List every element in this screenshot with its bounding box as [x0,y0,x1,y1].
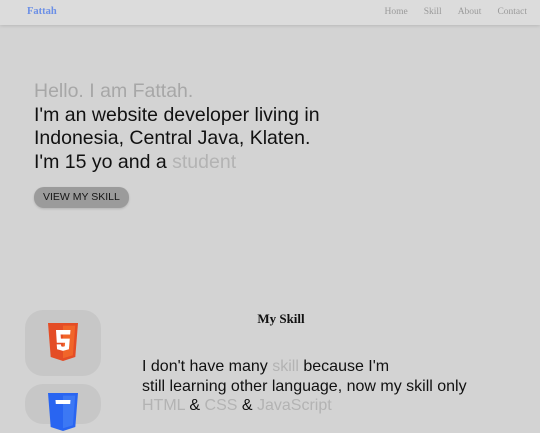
skill-desc-prefix: I don't have many [142,358,273,375]
skill-desc-suffix: because I'm [298,358,390,375]
skill-javascript: JavaScript [257,397,332,414]
css3-tile [25,384,101,431]
nav-link-about[interactable]: About [458,7,482,17]
hero-accent-student: student [172,150,237,173]
skill-desc-line-2: still learning other language, now my sk… [142,377,467,395]
hero-line-3-text: I'm 15 yo and a [34,150,173,173]
navbar: Fattah Home Skill About Contact [0,0,540,25]
hero-greeting: Hello. I am Fattah. [34,80,194,102]
hero-section: Hello. I am Fattah. I'm an website devel… [34,80,514,174]
nav-link-skill[interactable]: Skill [424,7,442,17]
skill-desc-line-1: I don't have many skill because I'm [142,357,532,377]
skill-desc-line-3: HTML & CSS & JavaScript [142,396,532,416]
skill-section-title: My Skill [257,311,305,326]
brand-logo[interactable]: Fattah [27,6,57,17]
skill-css: CSS [204,397,238,414]
nav-link-contact[interactable]: Contact [497,7,527,17]
nav-link-home[interactable]: Home [385,7,408,17]
hero-line-1: I'm an website developer living in [34,103,320,126]
skill-html: HTML [142,397,185,414]
skill-description: I don't have many skill because I'm stil… [142,357,532,416]
html5-tile [25,310,101,376]
skill-sep-1: & [184,397,205,414]
html5-icon [48,323,78,361]
css3-icon [48,393,78,431]
hero-line-2: Indonesia, Central Java, Klaten. [34,127,311,149]
skill-sep-2: & [237,397,257,414]
hero-line-3: I'm 15 yo and a student [34,151,514,175]
view-my-skill-button[interactable]: VIEW MY SKILL [34,187,129,208]
skill-desc-accent: skill [272,358,299,375]
nav-links: Home Skill About Contact [385,7,527,17]
